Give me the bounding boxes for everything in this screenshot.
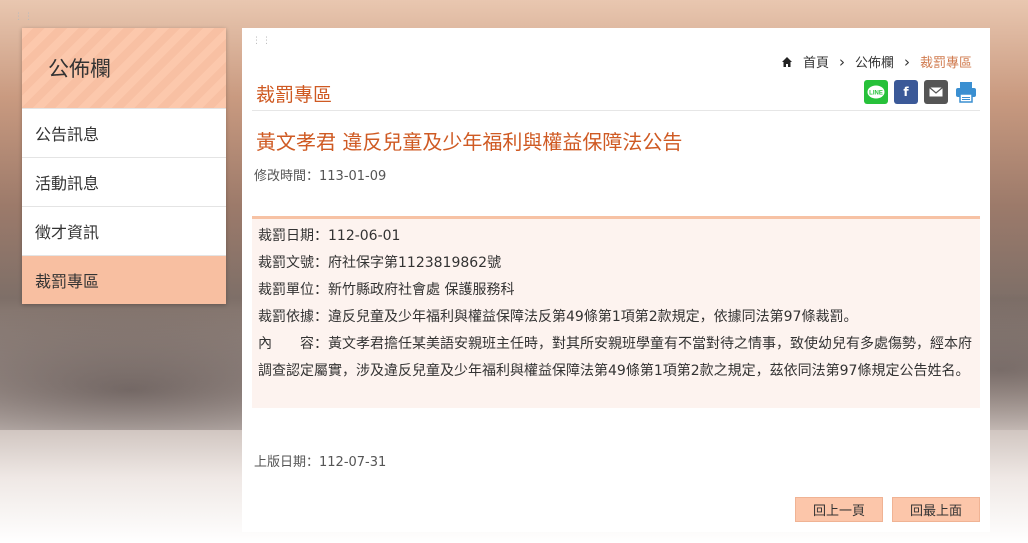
- content-text: 黃文孝君擔任某美語安親班主任時，對其所安親班學童有不當對待之情事，致使幼兒有多處…: [258, 336, 972, 379]
- line-share-icon[interactable]: LINE: [864, 80, 888, 104]
- penalty-date: 裁罰日期：112-06-01: [258, 228, 401, 244]
- breadcrumb-bulletin[interactable]: 公佈欄: [855, 52, 894, 71]
- published-date: 上版日期：112-07-31: [254, 455, 387, 470]
- sidebar-item-events[interactable]: 活動訊息: [22, 157, 226, 206]
- sidebar-item-penalties[interactable]: 裁罰專區: [22, 255, 226, 304]
- content-label: 內 容：: [258, 336, 328, 352]
- sidebar-item-announcements[interactable]: 公告訊息: [22, 108, 226, 157]
- penalty-content: 內 容：黃文孝君擔任某美語安親班主任時，對其所安親班學童有不當對待之情事，致使幼…: [258, 331, 974, 385]
- back-to-top-button[interactable]: 回最上面: [892, 497, 980, 522]
- section-title: 裁罰專區: [256, 84, 333, 106]
- back-button[interactable]: 回上一頁: [795, 497, 883, 522]
- chevron-right-icon: ›: [903, 52, 910, 71]
- svg-text:LINE: LINE: [869, 91, 883, 97]
- breadcrumb-home[interactable]: 首頁: [803, 52, 829, 71]
- drag-handle-dots: ⋮⋮: [252, 36, 272, 46]
- document-number: 裁罰文號：府社保字第1123819862號: [258, 255, 502, 271]
- sidebar: 公佈欄 公告訊息 活動訊息 徵才資訊 裁罰專區: [22, 28, 226, 304]
- breadcrumb-current: 裁罰專區: [919, 56, 972, 71]
- main-content: ⋮⋮ 首頁 › 公佈欄 › 裁罰專區 裁罰專區 LINE f 黃文孝君 違反兒童…: [242, 28, 990, 532]
- print-icon[interactable]: [954, 80, 978, 104]
- home-icon: [781, 56, 792, 67]
- article-body: 裁罰日期：112-06-01 裁罰文號：府社保字第1123819862號 裁罰單…: [252, 216, 980, 408]
- chevron-right-icon: ›: [838, 52, 845, 71]
- article-title: 黃文孝君 違反兒童及少年福利與權益保障法公告: [256, 130, 683, 154]
- sidebar-item-jobs[interactable]: 徵才資訊: [22, 206, 226, 255]
- email-share-icon[interactable]: [924, 80, 948, 104]
- nav-buttons: 回上一頁 回最上面: [795, 497, 980, 522]
- sidebar-title: 公佈欄: [22, 28, 226, 108]
- penalty-basis: 裁罰依據：違反兒童及少年福利與權益保障法反第49條第1項第2款規定，依據同法第9…: [258, 309, 858, 325]
- modified-time: 修改時間：113-01-09: [254, 169, 387, 184]
- divider: [252, 110, 980, 111]
- penalty-unit: 裁罰單位：新竹縣政府社會處 保護服務科: [258, 282, 515, 298]
- share-buttons: LINE f: [864, 80, 978, 104]
- drag-handle-dots: ⋮⋮: [14, 12, 34, 22]
- facebook-share-icon[interactable]: f: [894, 80, 918, 104]
- breadcrumb: 首頁 › 公佈欄 › 裁罰專區: [781, 52, 972, 71]
